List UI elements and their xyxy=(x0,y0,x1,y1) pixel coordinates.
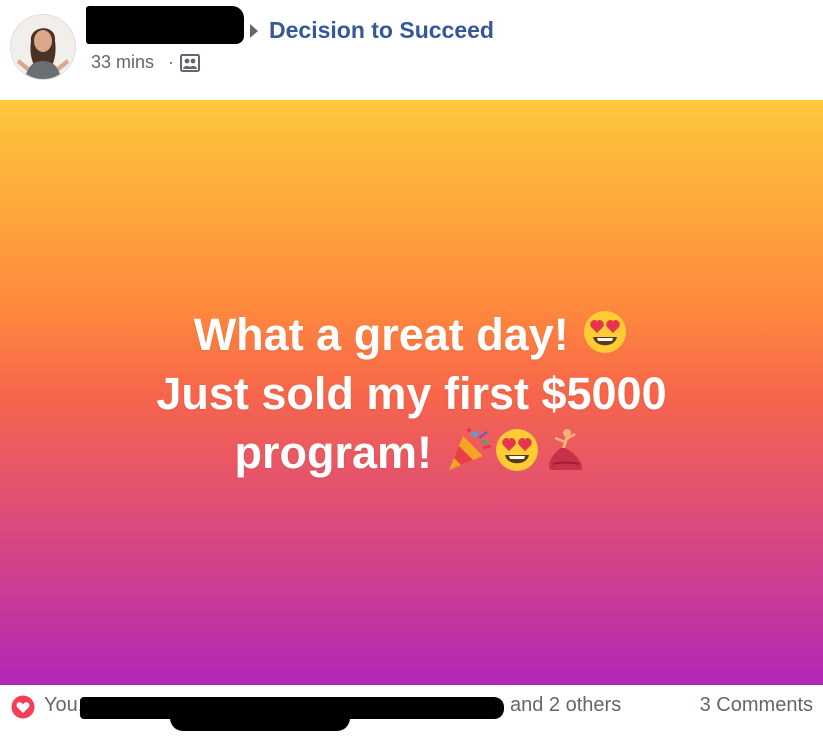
post-header: Decision to Succeed 33 mins · xyxy=(0,0,823,100)
likes-others-link[interactable]: and 2 others xyxy=(510,694,621,717)
redacted-likers-scribble xyxy=(170,705,350,731)
group-name-link[interactable]: Decision to Succeed xyxy=(269,17,494,44)
post-line-1: What a great day! xyxy=(0,305,823,364)
post-line-2: Just sold my first $5000 xyxy=(156,368,667,419)
comments-count-link[interactable]: 3 Comments xyxy=(700,694,813,717)
post-line-3: program! xyxy=(0,423,823,482)
post-timestamp[interactable]: 33 mins xyxy=(91,52,154,73)
separator-dot: · xyxy=(168,52,174,72)
likes-you-text[interactable]: You, xyxy=(44,694,83,717)
avatar[interactable] xyxy=(10,14,76,80)
post-line-3-text: program! xyxy=(234,427,432,478)
party-popper-emoji-icon xyxy=(448,428,491,470)
group-audience-icon[interactable] xyxy=(180,54,200,72)
post-card: Decision to Succeed 33 mins · What a gre… xyxy=(0,0,823,740)
heart-eyes-emoji-icon-2 xyxy=(495,429,538,471)
redacted-author-name xyxy=(86,6,244,44)
avatar-photo xyxy=(11,15,75,79)
post-message: What a great day! Just sold my first $50… xyxy=(0,305,823,482)
post-footer: You, and 2 others 3 Comments xyxy=(0,685,823,740)
colored-background-post: What a great day! Just sold my first $50… xyxy=(0,100,823,685)
caret-right-icon xyxy=(250,24,258,38)
dancer-emoji-icon xyxy=(548,429,582,470)
heart-eyes-emoji-icon xyxy=(584,311,627,353)
post-line-1-text: What a great day! xyxy=(193,309,569,360)
love-reaction-icon[interactable] xyxy=(10,694,36,720)
